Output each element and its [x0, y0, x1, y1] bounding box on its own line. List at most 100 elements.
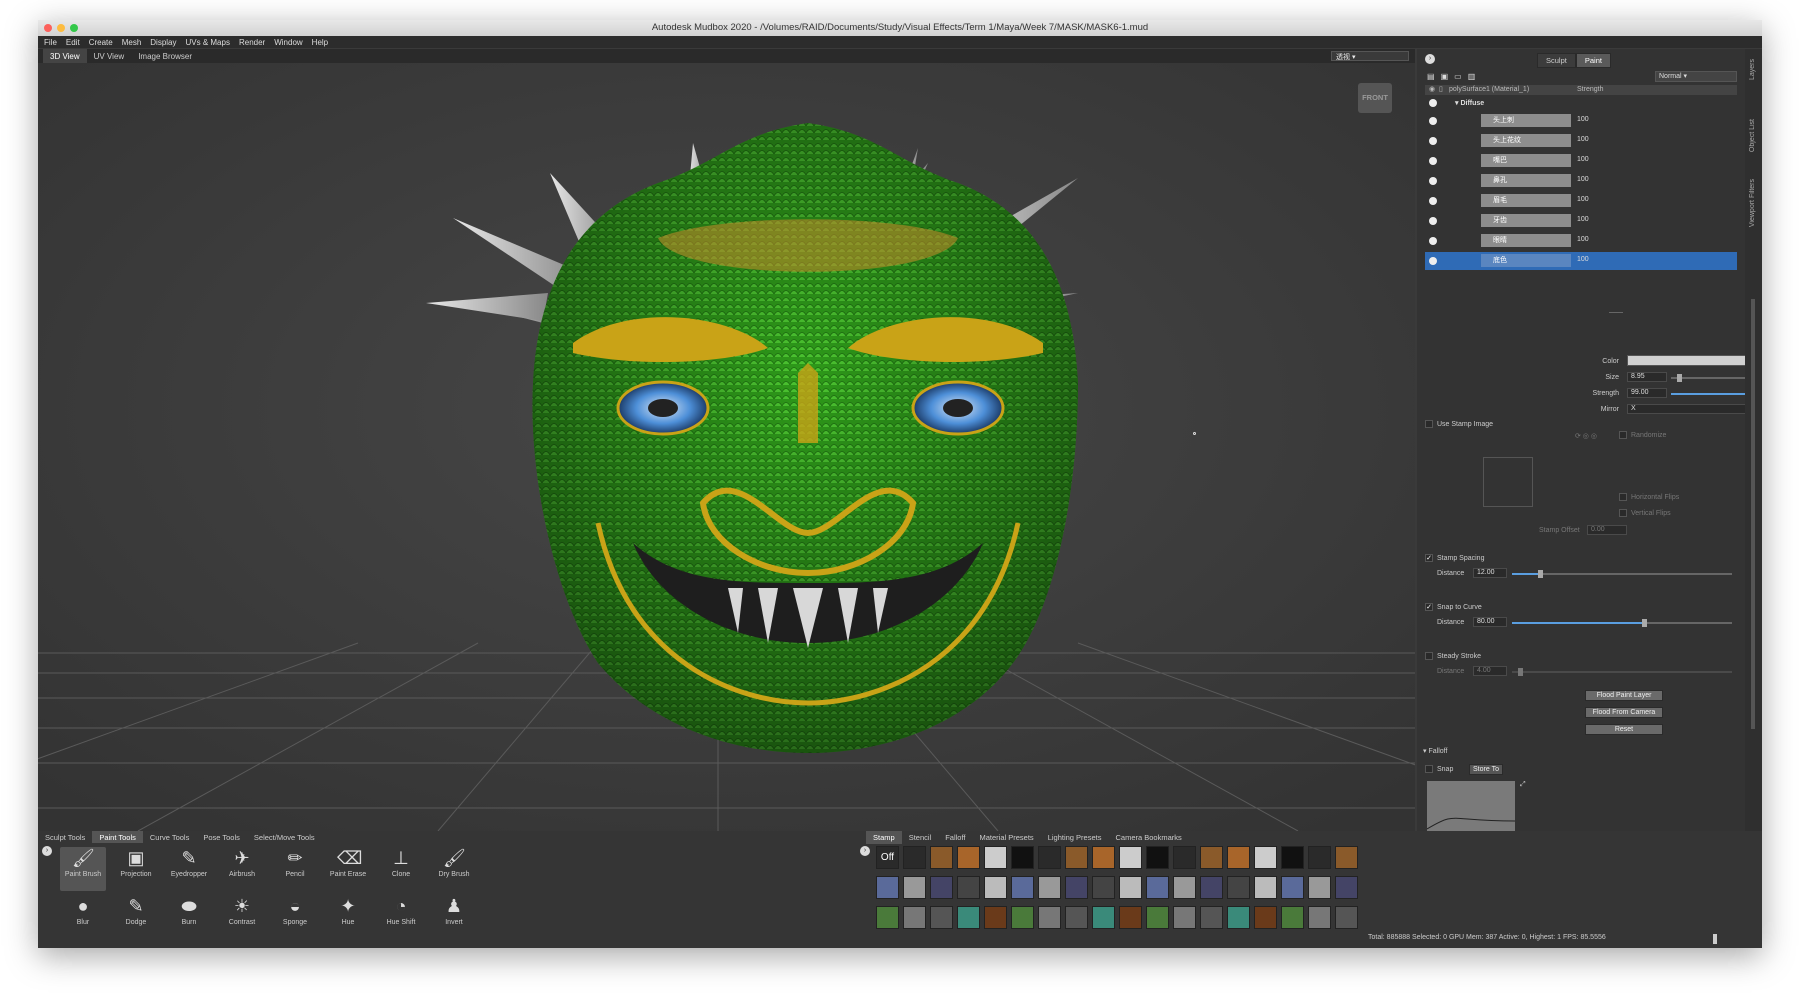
- stamp-thumbnail[interactable]: [903, 846, 926, 869]
- diffuse-group[interactable]: ▾ Diffuse: [1425, 96, 1737, 110]
- panel-scrollbar[interactable]: [1751, 299, 1755, 729]
- stamp-thumbnail[interactable]: [1200, 876, 1223, 899]
- paint-mode-button[interactable]: Paint: [1575, 53, 1611, 68]
- viewcube-front[interactable]: FRONT: [1358, 83, 1392, 113]
- stamp-thumbnail[interactable]: [957, 906, 980, 929]
- viewport-filters-side-tab[interactable]: Viewport Filters: [1749, 179, 1756, 227]
- stamp-thumbnail[interactable]: [1227, 846, 1250, 869]
- tab-select-move-tools[interactable]: Select/Move Tools: [247, 831, 322, 843]
- layer-name[interactable]: 牙齿: [1481, 214, 1571, 227]
- layer-strength[interactable]: 100: [1577, 196, 1589, 203]
- size-slider[interactable]: [1671, 374, 1749, 382]
- tab-pose-tools[interactable]: Pose Tools: [196, 831, 247, 843]
- snap-distance-slider[interactable]: [1512, 619, 1732, 627]
- tool-projection[interactable]: ▣ Projection: [113, 847, 159, 891]
- reset-button[interactable]: Reset: [1585, 724, 1663, 735]
- stamp-thumbnail[interactable]: [1254, 906, 1277, 929]
- tool-airbrush[interactable]: ✈ Airbrush: [219, 847, 265, 891]
- stamp-thumbnail[interactable]: [984, 846, 1007, 869]
- tool-clone[interactable]: ⊥ Clone: [378, 847, 424, 891]
- layer-strength[interactable]: 100: [1577, 256, 1589, 263]
- tab-uv-view[interactable]: UV View: [87, 49, 132, 63]
- store-to-button[interactable]: Store To: [1469, 764, 1503, 775]
- tool-hue-shift[interactable]: ◔ Hue Shift: [378, 895, 424, 939]
- stamp-thumbnail[interactable]: [1038, 846, 1061, 869]
- stamp-thumbnail[interactable]: [1308, 846, 1331, 869]
- stamp-thumbnail[interactable]: [1146, 876, 1169, 899]
- stamp-thumbnail[interactable]: [1038, 906, 1061, 929]
- camera-select[interactable]: 透视 ▾: [1331, 51, 1409, 61]
- layer-visibility-icon[interactable]: [1429, 177, 1437, 185]
- folder-icon[interactable]: ▭: [1454, 72, 1462, 81]
- stamp-thumbnail[interactable]: [1335, 876, 1358, 899]
- tool-invert[interactable]: ♟ Invert: [431, 895, 477, 939]
- stamp-thumbnail[interactable]: [930, 906, 953, 929]
- image-icon[interactable]: ▣: [1441, 72, 1449, 81]
- layer-row[interactable]: 头上花纹 100: [1425, 132, 1737, 150]
- stamp-thumbnail[interactable]: [903, 876, 926, 899]
- layer-row[interactable]: 嘴巴 100: [1425, 152, 1737, 170]
- stamp-thumbnail[interactable]: [1065, 876, 1088, 899]
- layer-visibility-icon[interactable]: [1429, 237, 1437, 245]
- stamp-thumbnail[interactable]: [876, 876, 899, 899]
- tab-lighting-presets[interactable]: Lighting Presets: [1041, 831, 1109, 844]
- stamp-thumbnail[interactable]: [1335, 846, 1358, 869]
- snap-to-curve-checkbox[interactable]: ✓: [1425, 603, 1433, 611]
- falloff-curve-graph[interactable]: [1426, 781, 1516, 831]
- spacing-distance-slider[interactable]: [1512, 570, 1732, 578]
- tool-dry-brush[interactable]: 🖌 Dry Brush: [431, 847, 477, 891]
- stamp-thumbnail[interactable]: [1119, 876, 1142, 899]
- stamp-rotate-icons[interactable]: ⟳ ◎ ◎: [1575, 432, 1597, 440]
- layer-row[interactable]: 头上刺 100: [1425, 112, 1737, 130]
- stamp-thumbnail[interactable]: [1065, 906, 1088, 929]
- flood-paint-layer-button[interactable]: Flood Paint Layer: [1585, 690, 1663, 701]
- tab-stamp[interactable]: Stamp: [866, 831, 902, 844]
- stamp-thumbnail[interactable]: [1092, 906, 1115, 929]
- object-list-side-tab[interactable]: Object List: [1749, 119, 1756, 152]
- stamp-thumbnail[interactable]: [1119, 906, 1142, 929]
- stamp-thumbnail[interactable]: [1254, 846, 1277, 869]
- menu-uvs-maps[interactable]: UVs & Maps: [186, 38, 230, 47]
- layer-row[interactable]: 底色 100: [1425, 252, 1737, 270]
- menu-edit[interactable]: Edit: [66, 38, 80, 47]
- tool-pencil[interactable]: ✏ Pencil: [272, 847, 318, 891]
- stamp-thumbnail[interactable]: [1119, 846, 1142, 869]
- stamp-thumbnail[interactable]: [903, 906, 926, 929]
- maximize-window-button[interactable]: [70, 24, 78, 32]
- layer-visibility-icon[interactable]: [1429, 257, 1437, 265]
- stamp-thumbnail[interactable]: [1038, 876, 1061, 899]
- tool-dodge[interactable]: ✎ Dodge: [113, 895, 159, 939]
- stamp-thumbnail[interactable]: [1173, 846, 1196, 869]
- stamp-offset-field[interactable]: 0.00: [1587, 525, 1627, 535]
- size-field[interactable]: 8.95: [1627, 372, 1667, 382]
- layer-name[interactable]: 鼻孔: [1481, 174, 1571, 187]
- stamp-thumbnail[interactable]: [1254, 876, 1277, 899]
- tool-burn[interactable]: ⬬ Burn: [166, 895, 212, 939]
- strength-slider[interactable]: [1671, 390, 1750, 398]
- menu-mesh[interactable]: Mesh: [122, 38, 142, 47]
- new-layer-icon[interactable]: ▤: [1427, 72, 1435, 81]
- tool-contrast[interactable]: ☀ Contrast: [219, 895, 265, 939]
- stamp-thumbnail[interactable]: [1011, 876, 1034, 899]
- tools-expand-icon[interactable]: ›: [42, 846, 52, 856]
- tab-camera-bookmarks[interactable]: Camera Bookmarks: [1108, 831, 1188, 844]
- menu-file[interactable]: File: [44, 38, 57, 47]
- layer-visibility-icon[interactable]: [1429, 197, 1437, 205]
- panel-collapse-icon[interactable]: ›: [1425, 54, 1435, 64]
- layer-row[interactable]: 鼻孔 100: [1425, 172, 1737, 190]
- snap-distance-field[interactable]: 80.00: [1473, 617, 1507, 627]
- 3d-viewport[interactable]: FRONT: [38, 63, 1415, 831]
- stamps-expand-icon[interactable]: ›: [860, 846, 870, 856]
- tab-image-browser[interactable]: Image Browser: [131, 49, 199, 63]
- stamp-thumbnail[interactable]: [1173, 876, 1196, 899]
- stamp-thumbnail[interactable]: [984, 906, 1007, 929]
- stamp-thumbnail[interactable]: [1146, 846, 1169, 869]
- layer-visibility-icon[interactable]: [1429, 117, 1437, 125]
- layer-name[interactable]: 头上花纹: [1481, 134, 1571, 147]
- stamp-thumbnail[interactable]: [1227, 906, 1250, 929]
- stamp-thumbnail[interactable]: [1011, 906, 1034, 929]
- tool-blur[interactable]: ● Blur: [60, 895, 106, 939]
- stamp-thumbnail[interactable]: [1281, 906, 1304, 929]
- stamp-thumbnail[interactable]: [1011, 846, 1034, 869]
- mirror-select[interactable]: X: [1627, 404, 1749, 414]
